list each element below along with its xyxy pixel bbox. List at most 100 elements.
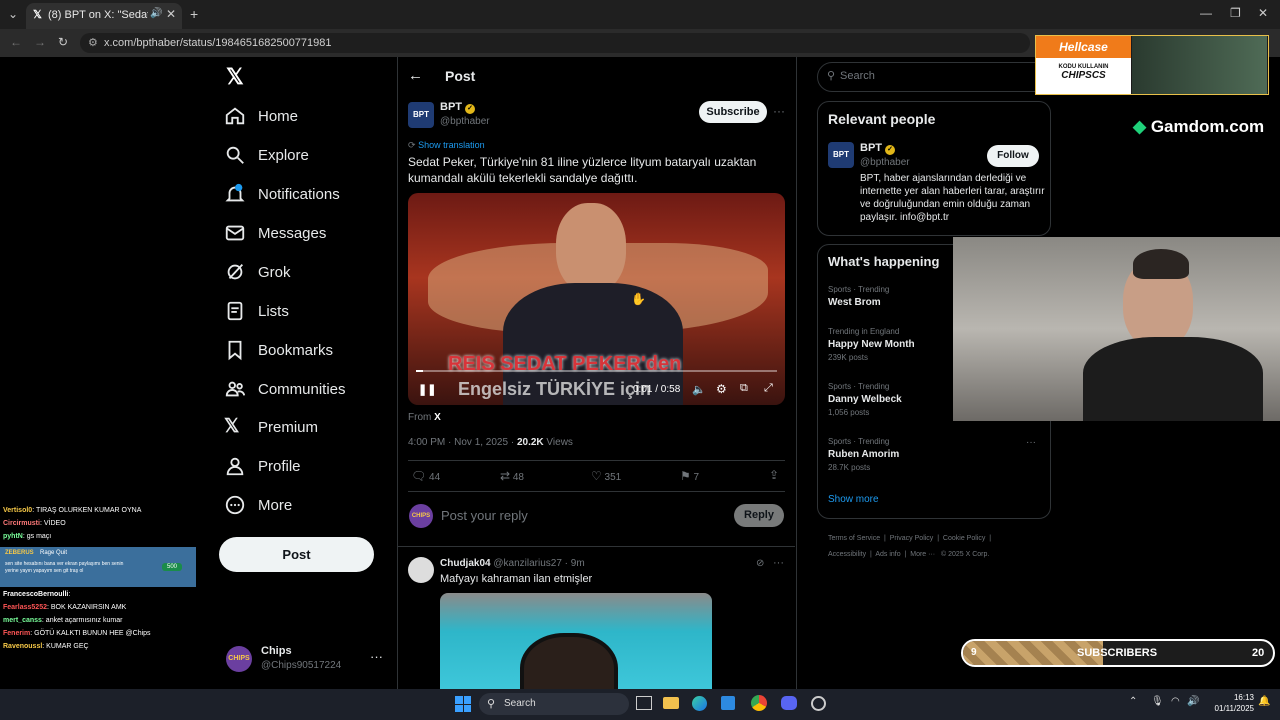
clock[interactable]: 16:13 01/11/2025 [1208, 692, 1254, 714]
x-logo-icon[interactable]: 𝕏 [226, 64, 244, 90]
fullscreen-icon[interactable]: ⤢ [764, 382, 773, 395]
stream-chat: Vertisol0: TIRAŞ OLURKEN KUMAR OYNA Circ… [0, 504, 200, 654]
speaker-icon[interactable]: 🔊 [150, 8, 162, 19]
comment-icon: 🗨 [411, 469, 427, 483]
microphone-icon[interactable]: 🎙 [1151, 696, 1164, 707]
reload-icon[interactable]: ↻ [58, 35, 68, 49]
sidebar-item-label: Premium [258, 418, 319, 436]
more-dots-icon[interactable]: ··· [773, 557, 784, 569]
volume-icon[interactable]: 🔈 [692, 383, 706, 396]
sidebar-item-more[interactable]: More [224, 490, 292, 520]
reply-button[interactable]: Reply [734, 504, 784, 527]
url-bar[interactable]: ⚙ x.com/bpthaber/status/1984651682500771… [80, 33, 1030, 53]
trend-item[interactable]: Sports · Trending Ruben Amorim 28.7K pos… [828, 437, 1043, 472]
bookmark-action[interactable]: ⚑ 7 [680, 469, 699, 483]
forward-icon[interactable]: → [34, 35, 46, 49]
bookmark-icon [228, 340, 242, 361]
more-dots-icon[interactable]: ··· [773, 104, 785, 118]
sidebar-item-communities[interactable]: Communities [224, 374, 346, 404]
app-icon[interactable] [811, 696, 826, 711]
reply-author-name: Chudjak04 [440, 558, 491, 569]
site-info-icon[interactable]: ⚙ [88, 36, 98, 49]
wifi-icon[interactable]: ◠ [1171, 696, 1180, 707]
new-tab-icon[interactable]: + [190, 6, 198, 22]
follow-button[interactable]: Follow [987, 145, 1039, 167]
x-favicon-icon: 𝕏 [33, 9, 42, 21]
notification-icon[interactable]: 🔔 [1258, 696, 1270, 707]
more-dots-icon[interactable]: ··· [370, 649, 383, 664]
sidebar-item-grok[interactable]: Grok [224, 257, 291, 287]
sidebar-item-premium[interactable]: 𝕏 Premium [224, 412, 318, 442]
volume-icon[interactable]: 🔊 [1187, 696, 1199, 707]
video-person-head [556, 203, 626, 293]
footer-link[interactable]: Accessibility [828, 551, 866, 558]
subscribe-button[interactable]: Subscribe [699, 101, 767, 123]
tray-chevron-icon[interactable]: ⌃ [1129, 696, 1137, 707]
reply-image[interactable] [440, 593, 712, 689]
sidebar-item-home[interactable]: Home [224, 101, 298, 131]
hellcase-promo: KODU KULLANIN CHIPSCS [1036, 58, 1131, 94]
account-switcher[interactable]: CHIPS Chips @Chips90517224 ··· [226, 643, 386, 677]
cursor-icon: ✋ [631, 292, 646, 306]
share-icon[interactable]: ⇪ [769, 468, 779, 482]
sidebar-item-label: Communities [258, 380, 346, 398]
pip-icon[interactable]: ⧉ [740, 382, 748, 395]
show-more-link[interactable]: Show more [828, 494, 879, 505]
sidebar-item-notifications[interactable]: Notifications [224, 179, 340, 209]
reply-action[interactable]: 🗨 44 [411, 469, 440, 483]
task-view-icon[interactable] [636, 696, 652, 710]
footer-link[interactable]: Ads info [875, 551, 900, 558]
sidebar-item-lists[interactable]: Lists [224, 296, 289, 326]
more-dots-icon[interactable]: ··· [1026, 437, 1036, 448]
discord-icon[interactable] [781, 696, 797, 710]
like-action[interactable]: ♡ 351 [591, 469, 621, 483]
author-name[interactable]: BPT ✓ [440, 101, 476, 114]
pause-icon[interactable]: ❚❚ [418, 383, 436, 396]
trend-name: Ruben Amorim [828, 449, 900, 460]
avatar[interactable] [408, 557, 434, 583]
sidebar-item-label: Lists [258, 302, 289, 320]
tab-close-icon[interactable]: ✕ [166, 7, 176, 21]
divider [408, 460, 785, 461]
file-explorer-icon[interactable] [663, 697, 679, 709]
footer-link[interactable]: Terms of Service [828, 535, 880, 542]
footer-link[interactable]: More ··· [910, 551, 935, 558]
sidebar-item-bookmarks[interactable]: Bookmarks [224, 335, 333, 365]
chrome-icon[interactable] [751, 695, 767, 711]
sidebar-item-profile[interactable]: Profile [224, 451, 301, 481]
minimize-icon[interactable]: — [1200, 6, 1212, 20]
browser-tab[interactable]: 𝕏 (8) BPT on X: "Sedat Peker, ... 🔊 ✕ [26, 3, 182, 29]
author-avatar[interactable]: BPT [408, 102, 434, 128]
avatar: CHIPS [409, 504, 433, 528]
grok-icon[interactable]: ⊘ [756, 558, 764, 569]
sidebar-item-messages[interactable]: Messages [224, 218, 326, 248]
taskbar-search[interactable]: ⚲ Search [479, 693, 629, 715]
edge-icon[interactable] [692, 696, 707, 711]
footer-link[interactable]: Privacy Policy [890, 535, 934, 542]
video-player[interactable]: REIS SEDAT PEKER'den Engelsiz TÜRKİYE iç… [408, 193, 785, 405]
search-input[interactable]: ⚲ Search [817, 62, 1051, 92]
subscriber-goal-target: 20 [1252, 647, 1265, 659]
person-icon [226, 457, 244, 476]
maximize-icon[interactable]: ❐ [1230, 6, 1241, 20]
avatar[interactable]: BPT [828, 142, 854, 168]
show-translation-link[interactable]: ⟳ Show translation [408, 140, 485, 151]
person-name[interactable]: BPT ✓ [860, 142, 896, 155]
store-icon[interactable] [721, 696, 735, 710]
video-progress-track[interactable] [416, 370, 777, 372]
tab-list-icon[interactable]: ⌄ [8, 7, 18, 21]
relevant-people-card: Relevant people BPT BPT ✓ @bpthaber Foll… [817, 101, 1051, 236]
donation-alert: ZEBERUS Rage Quit sen site hesabını bana… [0, 547, 196, 587]
repost-action[interactable]: ⇄ 48 [500, 469, 524, 483]
reply-input[interactable]: Post your reply [441, 508, 721, 523]
reply-text: Mafyayı kahraman ilan etmişler [440, 573, 593, 585]
post-button[interactable]: Post [219, 537, 374, 572]
windows-start-icon[interactable] [455, 696, 471, 712]
footer-link[interactable]: Cookie Policy [943, 535, 985, 542]
grok-icon [227, 264, 244, 280]
settings-icon[interactable]: ⚙ [716, 382, 727, 396]
window-close-icon[interactable]: ✕ [1258, 6, 1268, 20]
back-arrow-icon[interactable]: ← [408, 67, 423, 84]
back-icon[interactable]: ← [10, 35, 22, 49]
sidebar-item-explore[interactable]: Explore [224, 140, 309, 170]
